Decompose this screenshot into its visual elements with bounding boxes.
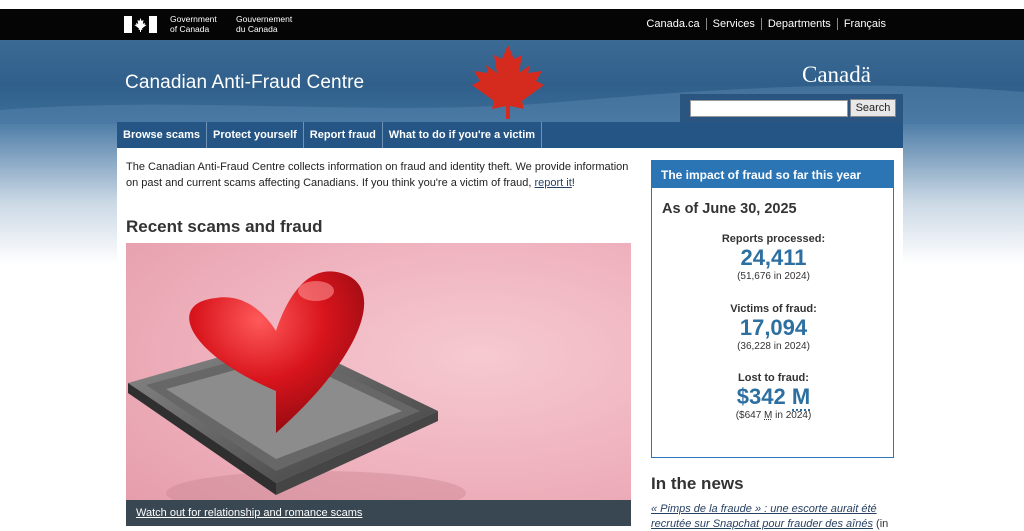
nav-browse-scams[interactable]: Browse scams xyxy=(117,122,208,148)
recent-scams-heading: Recent scams and fraud xyxy=(126,217,323,236)
nav-what-to-do-victim[interactable]: What to do if you're a victim xyxy=(383,122,543,148)
search-area: Search xyxy=(680,94,903,122)
link-departments[interactable]: Departments xyxy=(760,18,837,30)
news-item: « Pimps de la fraude » : une escorte aur… xyxy=(651,503,889,530)
site-title[interactable]: Canadian Anti-Fraud Centre xyxy=(125,72,364,94)
million-abbr[interactable]: M xyxy=(791,384,811,411)
heart-mousetrap-illustration xyxy=(128,271,466,515)
search-input[interactable] xyxy=(690,100,848,117)
stat-losses: Lost to fraud: $342 M ($647 M in 2024) xyxy=(735,372,812,421)
romance-scam-caption[interactable]: Watch out for relationship and romance s… xyxy=(126,500,631,526)
impact-panel-title: The impact of fraud so far this year xyxy=(652,161,893,188)
link-francais[interactable]: Français xyxy=(836,18,892,30)
gc-top-bar: Government of Canada Gouvernement du Can… xyxy=(0,9,1024,40)
stat-reports: Reports processed: 24,411 (51,676 in 202… xyxy=(721,233,826,282)
main-nav: Browse scams Protect yourself Report fra… xyxy=(117,122,903,148)
top-links: Canada.ca Services Departments Français xyxy=(640,18,892,30)
stat-victims: Victims of fraud: 17,094 (36,228 in 2024… xyxy=(730,303,817,352)
report-it-link[interactable]: report it xyxy=(535,177,572,189)
nav-report-fraud[interactable]: Report fraud xyxy=(304,122,383,148)
romance-scam-image[interactable] xyxy=(126,243,631,525)
impact-panel: The impact of fraud so far this year As … xyxy=(651,160,894,458)
canada-wordmark: Canadä xyxy=(802,62,871,87)
link-canada-ca[interactable]: Canada.ca xyxy=(640,18,705,30)
nav-protect-yourself[interactable]: Protect yourself xyxy=(207,122,304,148)
maple-leaf-icon xyxy=(472,45,544,119)
link-services[interactable]: Services xyxy=(705,18,761,30)
search-button[interactable]: Search xyxy=(850,99,896,117)
canada-flag-icon xyxy=(124,16,157,33)
news-article-link[interactable]: « Pimps de la fraude » : une escorte aur… xyxy=(651,503,877,530)
in-the-news-heading: In the news xyxy=(651,474,744,493)
intro-paragraph: The Canadian Anti-Fraud Centre collects … xyxy=(126,161,629,189)
gov-signature-fr[interactable]: Gouvernement du Canada xyxy=(236,14,292,34)
gov-signature-en[interactable]: Government of Canada xyxy=(170,14,217,34)
as-of-date: As of June 30, 2025 xyxy=(662,201,797,217)
